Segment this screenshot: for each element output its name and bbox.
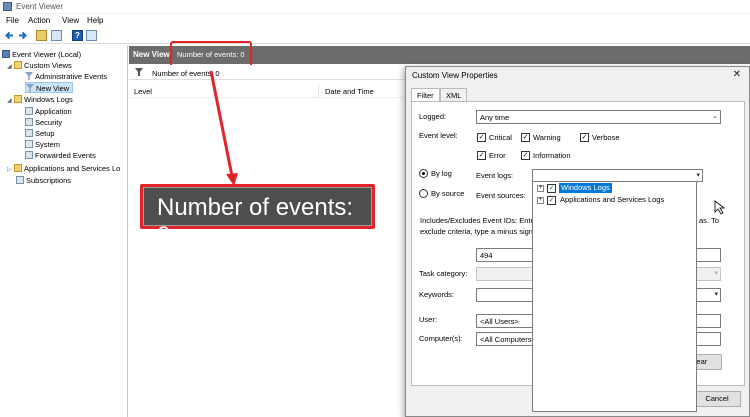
chevron-right-icon[interactable]: ▷ [7,165,14,176]
event-viewer-app-icon [3,2,12,11]
folder-icon[interactable] [36,30,47,41]
menu-view[interactable]: View [62,16,79,25]
by-log-label: By log [431,169,452,178]
log-icon [25,140,33,148]
apps-services-logs-item[interactable]: Applications and Services Logs [560,195,664,205]
filter-icon [135,68,143,76]
forward-arrow-icon[interactable] [17,30,28,41]
event-ids-help-text-tail: as. To [699,216,719,225]
logged-label: Logged: [419,112,447,121]
close-icon[interactable]: ✕ [733,69,741,80]
chevron-down-icon: ▾ [714,270,718,277]
menu-help[interactable]: Help [87,16,103,25]
chevron-down-icon: ▾ [696,172,700,179]
tree-item-application[interactable]: Application [25,106,72,117]
navigation-tree: Event Viewer (Local) ◢ Custom Views Admin… [0,46,128,417]
cancel-button[interactable]: Cancel [693,391,741,407]
tree-item-system[interactable]: System [25,139,60,150]
folder-icon [14,61,22,69]
column-date-time[interactable]: Date and Time [325,87,374,96]
chevron-down-icon[interactable]: ◢ [7,62,14,73]
tree-item-root[interactable]: Event Viewer (Local) [2,49,81,60]
by-log-radio[interactable] [419,169,428,178]
computer-label: Computer(s): [419,334,463,343]
error-checkbox[interactable]: ✓ [477,151,486,160]
verbose-checkbox[interactable]: ✓ [580,133,589,142]
tree-item-apps-services[interactable]: ▷ Applications and Services Lo [7,163,120,174]
properties-icon[interactable] [51,30,62,41]
highlight-box [170,41,252,68]
user-label: User: [419,315,437,324]
event-logs-dropdown-list: + ✓ Windows Logs + ✓ Applications and Se… [532,181,697,412]
critical-label: Critical [489,133,512,142]
column-divider [318,84,319,98]
filter-event-count: Number of events: 0 [152,69,220,78]
view-name: New View [133,50,170,59]
menu-bar: File Action View Help [0,14,750,27]
windows-logs-checkbox[interactable]: ✓ [547,184,556,193]
tree-item-windows-logs[interactable]: ◢ Windows Logs [7,94,73,105]
column-level[interactable]: Level [134,87,152,96]
menu-action[interactable]: Action [28,16,50,25]
event-ids-help-text-2: exclude criteria, type a minus sign [420,227,533,236]
log-icon [25,129,33,137]
folder-icon [14,95,22,103]
callout-text: Number of events: 0 [157,194,354,249]
toolbar: ? [0,28,750,44]
tree-item-forwarded-events[interactable]: Forwarded Events [25,150,96,161]
subscriptions-icon [16,176,24,184]
dialog-title: Custom View Properties [412,71,498,80]
by-source-radio[interactable] [419,189,428,198]
log-icon [25,151,33,159]
event-logs-label: Event logs: [476,171,514,180]
tab-xml[interactable]: XML [440,88,468,101]
tab-filter[interactable]: Filter [411,88,440,102]
help-icon[interactable]: ? [72,30,83,41]
events-column-header: Level Date and Time [129,84,409,98]
event-sources-label: Event sources: [476,191,526,200]
apps-services-logs-checkbox[interactable]: ✓ [547,196,556,205]
log-icon [25,118,33,126]
information-checkbox[interactable]: ✓ [521,151,530,160]
information-label: Information [533,151,571,160]
show-hide-pane-icon[interactable] [86,30,97,41]
title-bar: Event Viewer [0,0,750,14]
task-category-label: Task category: [419,269,468,278]
tree-item-setup[interactable]: Setup [25,128,55,139]
filter-icon [26,84,34,92]
zoomed-event-count-callout: Number of events: 0 [140,184,375,249]
tree-item-new-view[interactable]: New View [25,82,74,93]
verbose-label: Verbose [592,133,620,142]
window-title: Event Viewer [16,2,63,11]
event-ids-help-text: Includes/Excludes Event IDs: Ente [420,216,535,225]
computer-icon [2,50,10,58]
expand-icon[interactable]: + [537,185,544,192]
logged-select[interactable]: Any time ⌄ [476,110,721,124]
chevron-down-icon: ⌄ [712,113,718,120]
error-label: Error [489,151,506,160]
event-level-label: Event level: [419,131,458,140]
warning-label: Warning [533,133,561,142]
chevron-down-icon: ▾ [714,291,718,298]
warning-checkbox[interactable]: ✓ [521,133,530,142]
tree-item-security[interactable]: Security [25,117,62,128]
tree-item-custom-views[interactable]: ◢ Custom Views [7,60,72,71]
filter-icon [25,72,33,80]
by-source-label: By source [431,189,465,198]
back-arrow-icon[interactable] [4,30,15,41]
chevron-down-icon[interactable]: ◢ [7,96,14,107]
expand-icon[interactable]: + [537,197,544,204]
critical-checkbox[interactable]: ✓ [477,133,486,142]
tree-item-subscriptions[interactable]: Subscriptions [16,175,71,186]
windows-logs-item[interactable]: Windows Logs [559,183,612,193]
tree-item-admin-events[interactable]: Administrative Events [25,71,107,82]
menu-file[interactable]: File [6,16,19,25]
keywords-label: Keywords: [419,290,455,299]
folder-icon [14,164,22,172]
filter-bar: Number of events: 0 [129,65,409,80]
log-icon [25,107,33,115]
